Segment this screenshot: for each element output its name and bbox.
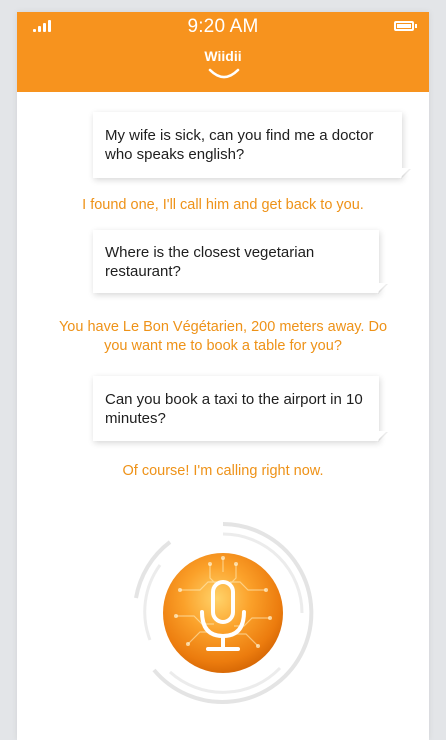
app-logo-text: Wiidii [204,48,242,64]
phone-screen: 9:20 AM Wiidii My wife is sick, can you … [17,12,429,740]
bubble-tail [377,283,387,293]
microphone-icon[interactable] [130,520,316,706]
assistant-reply: I found one, I'll call him and get back … [82,197,364,213]
status-time: 9:20 AM [187,16,259,37]
user-message-bubble: My wife is sick, can you find me a docto… [93,112,410,178]
battery-icon [394,21,417,31]
app-header: 9:20 AM Wiidii [17,12,429,92]
user-message-text: My wife is sick, can you find me a docto… [105,127,374,163]
user-message-text: Where is the closest vegetarian restaura… [105,244,315,280]
assistant-reply: Of course! I'm calling right now. [122,463,324,479]
logo-smile-icon [208,68,240,79]
voice-input-button[interactable] [130,520,316,706]
assistant-reply: You have Le Bon Végétarien, 200 meters a… [47,318,399,356]
bubble-tail [377,431,387,441]
user-message-bubble: Where is the closest vegetarian restaura… [93,230,387,293]
bubble-tail [400,168,410,178]
assistant-reply-text: You have Le Bon Végétarien, 200 meters a… [58,319,388,354]
user-message-bubble: Can you book a taxi to the airport in 10… [93,376,387,441]
user-message-text: Can you book a taxi to the airport in 10… [105,391,363,427]
